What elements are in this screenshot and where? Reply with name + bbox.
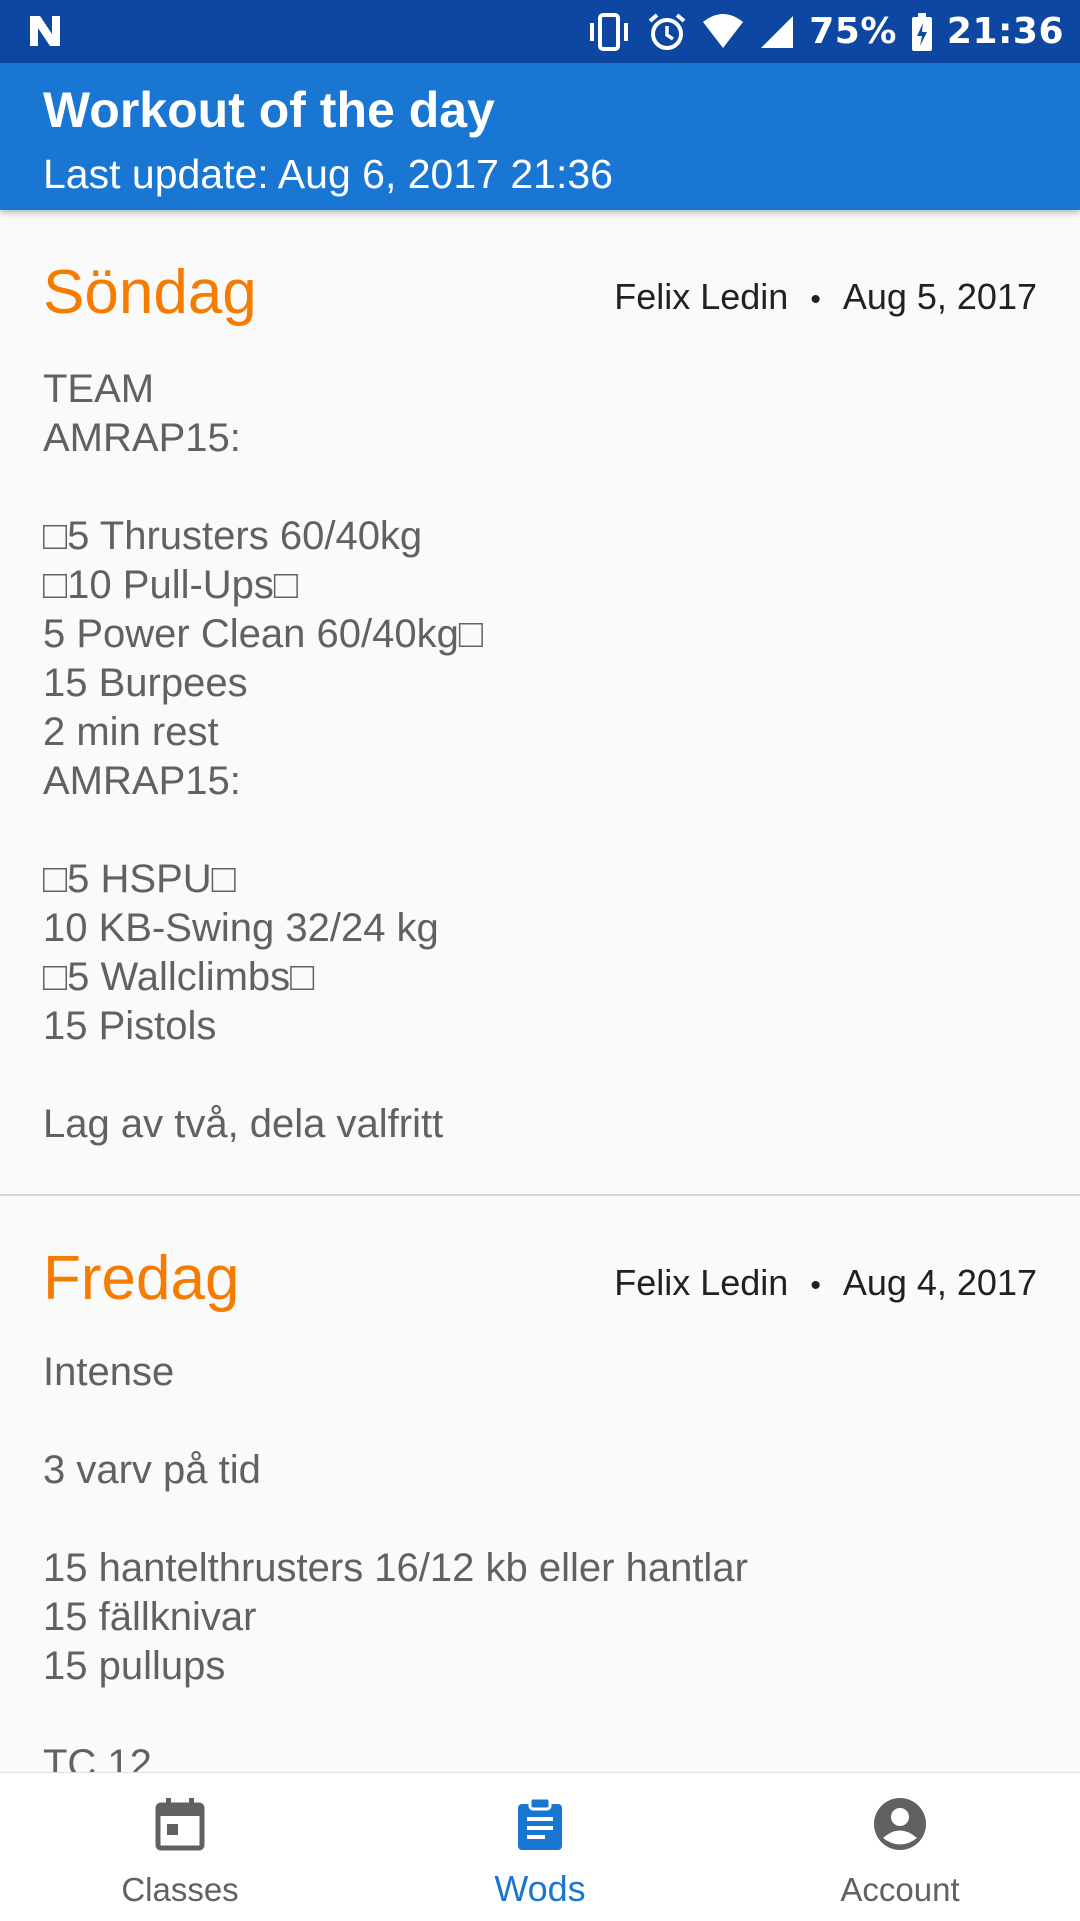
nav-label-account: Account — [840, 1871, 960, 1908]
nav-item-wods[interactable]: Wods — [360, 1773, 720, 1921]
n-icon — [30, 16, 60, 46]
post-header: Söndag Felix Ledin • Aug 5, 2017 — [43, 210, 1037, 324]
post-author: Felix Ledin — [614, 276, 789, 317]
alarm-icon — [648, 12, 686, 50]
nav-item-classes[interactable]: Classes — [0, 1773, 360, 1921]
post-author: Felix Ledin — [614, 1262, 789, 1303]
meta-separator: • — [810, 1269, 821, 1302]
calendar-icon — [155, 1798, 205, 1851]
post-meta: Felix Ledin • Aug 5, 2017 — [614, 276, 1037, 318]
wod-post[interactable]: Söndag Felix Ledin • Aug 5, 2017 TEAM AMRA… — [0, 210, 1080, 1194]
last-update-subtitle: Last update: Aug 6, 2017 21:36 — [43, 151, 613, 197]
post-body: TEAM AMRAP15: □5 Thrusters 60/40kg □10 P… — [43, 367, 483, 1146]
nav-label-classes: Classes — [121, 1871, 239, 1908]
post-header: Fredag Felix Ledin • Aug 4, 2017 — [43, 1196, 1037, 1310]
nav-label-wods: Wods — [494, 1868, 586, 1909]
wod-feed[interactable]: Söndag Felix Ledin • Aug 5, 2017 TEAM AMRA… — [0, 210, 1080, 1772]
post-date: Aug 5, 2017 — [842, 276, 1037, 317]
clipboard-icon — [518, 1797, 562, 1850]
battery-charging-icon — [911, 12, 932, 51]
nav-item-account[interactable]: Account — [720, 1773, 1080, 1921]
wod-post[interactable]: Fredag Felix Ledin • Aug 4, 2017 Intense 3… — [0, 1196, 1080, 1773]
post-body: Intense 3 varv på tid 15 hantelthrusters… — [43, 1350, 748, 1772]
status-bar: 75% 21:36 — [0, 0, 1080, 63]
battery-percent: 75% — [809, 11, 897, 52]
post-meta: Felix Ledin • Aug 4, 2017 — [614, 1262, 1037, 1304]
post-date: Aug 4, 2017 — [842, 1262, 1037, 1303]
vibrate-icon — [590, 12, 629, 51]
wifi-icon — [703, 13, 744, 48]
post-day-title: Söndag — [43, 258, 257, 327]
page-title: Workout of the day — [43, 82, 495, 138]
app-bar: Workout of the day Last update: Aug 6, 2… — [0, 63, 1080, 210]
account-icon — [874, 1798, 926, 1850]
post-day-title: Fredag — [43, 1244, 240, 1313]
signal-icon — [761, 15, 794, 48]
bottom-navigation: Classes Wods Account — [0, 1772, 1080, 1921]
clock: 21:36 — [946, 11, 1064, 52]
meta-separator: • — [810, 283, 821, 316]
